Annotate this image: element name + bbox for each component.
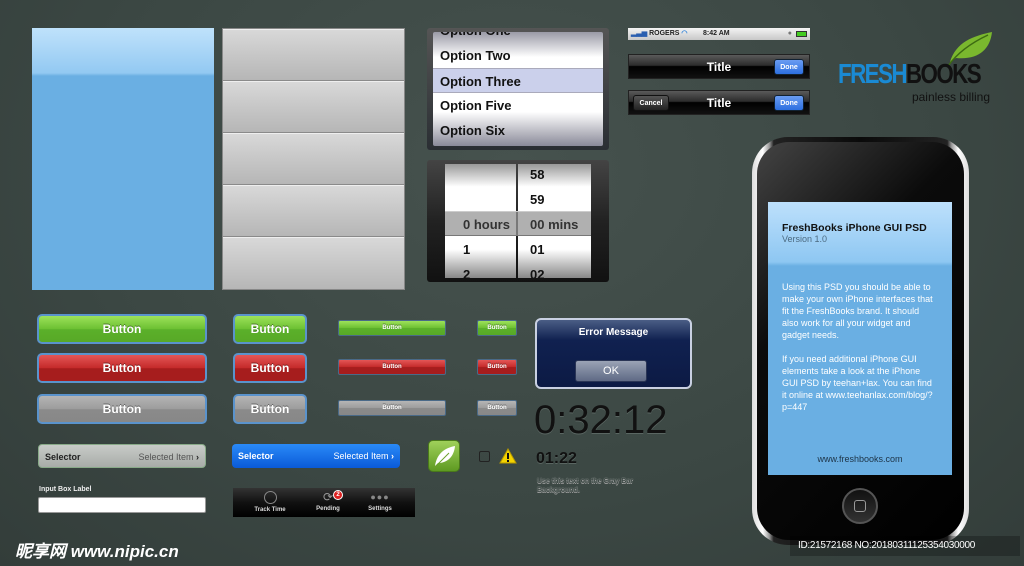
green-button-large[interactable]: Button — [37, 314, 207, 344]
list-row[interactable] — [223, 81, 404, 133]
text-input[interactable] — [38, 497, 206, 513]
ok-button[interactable]: OK — [575, 360, 647, 382]
gray-bar-note: Use this text on the Gray Bar Background… — [537, 478, 634, 494]
compose-icon[interactable] — [479, 451, 490, 462]
green-button-medium[interactable]: Button — [233, 314, 307, 344]
hours-value: 2 — [463, 267, 471, 278]
chevron-right-icon: › — [196, 452, 199, 462]
red-button-medium[interactable]: Button — [233, 353, 307, 383]
gray-button-tiny[interactable]: Button — [477, 400, 517, 416]
green-button-tiny[interactable]: Button — [477, 320, 517, 336]
minutes-value: 59 — [530, 192, 545, 207]
tab-label: Settings — [368, 506, 392, 512]
freshbooks-logo: FRESHBOOKS painless billing — [838, 30, 998, 108]
selector-label: Selector — [45, 452, 81, 462]
list-row[interactable] — [223, 29, 404, 81]
input-label: Input Box Label — [39, 486, 92, 493]
picker-option-selected[interactable]: Option Three — [433, 68, 603, 93]
warning-icon — [499, 448, 517, 464]
hours-value: 0 hours — [463, 217, 510, 232]
gray-button-medium[interactable]: Button — [233, 394, 307, 424]
list-row[interactable] — [223, 133, 404, 185]
gray-list-panel — [222, 28, 405, 290]
list-row[interactable] — [223, 237, 404, 289]
hours-value: 1 — [463, 242, 471, 257]
picker-option[interactable]: Option Five — [433, 93, 603, 118]
screen-version: Version 1.0 — [782, 234, 828, 244]
alert-title: Error Message — [578, 327, 649, 338]
status-bar: ▂▃▅ ROGERS ◠ 8:42 AM ● — [628, 28, 810, 40]
clock-icon — [263, 491, 277, 504]
navigation-bar: Title Done — [628, 54, 810, 79]
iphone-screen: FreshBooks iPhone GUI PSD Version 1.0 Us… — [768, 202, 952, 475]
timer-small: 01:22 — [536, 450, 577, 467]
screen-paragraph: If you need additional iPhone GUI elemen… — [782, 354, 933, 412]
tab-pending[interactable]: ⟳ 2 Pending — [309, 490, 347, 512]
minutes-value: 58 — [530, 167, 545, 182]
red-button-large[interactable]: Button — [37, 353, 207, 383]
home-button[interactable] — [842, 488, 878, 524]
gray-button-large[interactable]: Button — [37, 394, 207, 424]
tab-track-time[interactable]: Track Time — [251, 491, 289, 513]
nav-title: Title — [706, 60, 732, 74]
picker-option[interactable]: Option One — [433, 32, 603, 43]
selector-label: Selector — [238, 451, 274, 461]
screen-title: FreshBooks iPhone GUI PSD — [782, 222, 927, 234]
screen-footer-link[interactable]: www.freshbooks.com — [768, 454, 952, 464]
green-button-small[interactable]: Button — [338, 320, 446, 336]
picker-option[interactable]: Option Two — [433, 43, 603, 68]
freshbooks-app-icon[interactable] — [428, 440, 460, 472]
screen-paragraph: Using this PSD you should be able to mak… — [782, 282, 933, 340]
selector-blue[interactable]: Selector Selected Item › — [232, 444, 400, 468]
cancel-button[interactable]: Cancel — [633, 95, 669, 111]
red-button-small[interactable]: Button — [338, 359, 446, 375]
list-row[interactable] — [223, 185, 404, 237]
hours-value — [463, 164, 516, 187]
logo-tagline: painless billing — [911, 90, 990, 104]
blue-background-panel — [32, 28, 214, 290]
tab-settings[interactable]: ●●● Settings — [361, 491, 399, 512]
selector-value: Selected Item › — [138, 452, 199, 462]
wifi-icon: ◠ — [681, 30, 688, 37]
chevron-right-icon: › — [391, 451, 394, 461]
picker-option[interactable]: Option Six — [433, 118, 603, 143]
carrier: ROGERS — [649, 30, 680, 37]
time-picker[interactable]: 0 hours 1 2 58 59 00 mins 01 02 — [427, 160, 609, 282]
timer-large: 0:32:12 — [534, 398, 668, 442]
nav-title: Title — [706, 96, 732, 110]
navigation-bar: Cancel Title Done — [628, 90, 810, 115]
error-alert: Error Message OK — [535, 318, 692, 389]
battery-icon — [796, 31, 807, 37]
tab-label: Pending — [316, 506, 340, 512]
signal-icon: ▂▃▅ — [631, 30, 648, 37]
hours-value — [463, 187, 516, 212]
minutes-value: 01 — [530, 242, 545, 257]
done-button[interactable]: Done — [774, 95, 804, 111]
done-button[interactable]: Done — [774, 59, 804, 75]
clock-time: 8:42 AM — [703, 30, 730, 37]
tab-label: Track Time — [254, 507, 286, 513]
minutes-value: 02 — [530, 267, 545, 278]
selector-gray[interactable]: Selector Selected Item › — [38, 444, 206, 468]
selector-value: Selected Item › — [333, 451, 394, 461]
lock-icon: ● — [787, 30, 792, 37]
tab-bar: Track Time ⟳ 2 Pending ●●● Settings — [233, 488, 415, 517]
minutes-value: 00 mins — [530, 217, 579, 232]
badge: 2 — [333, 490, 343, 500]
watermark-site: 昵享网 www.nipic.cn — [15, 542, 179, 561]
red-button-tiny[interactable]: Button — [477, 359, 517, 375]
watermark-id: ID:21572168 NO:20180311125354030000 — [790, 536, 1020, 556]
more-icon: ●●● — [370, 492, 390, 502]
gray-button-small[interactable]: Button — [338, 400, 446, 416]
option-picker[interactable]: Option One Option Two Option Three Optio… — [427, 28, 609, 150]
